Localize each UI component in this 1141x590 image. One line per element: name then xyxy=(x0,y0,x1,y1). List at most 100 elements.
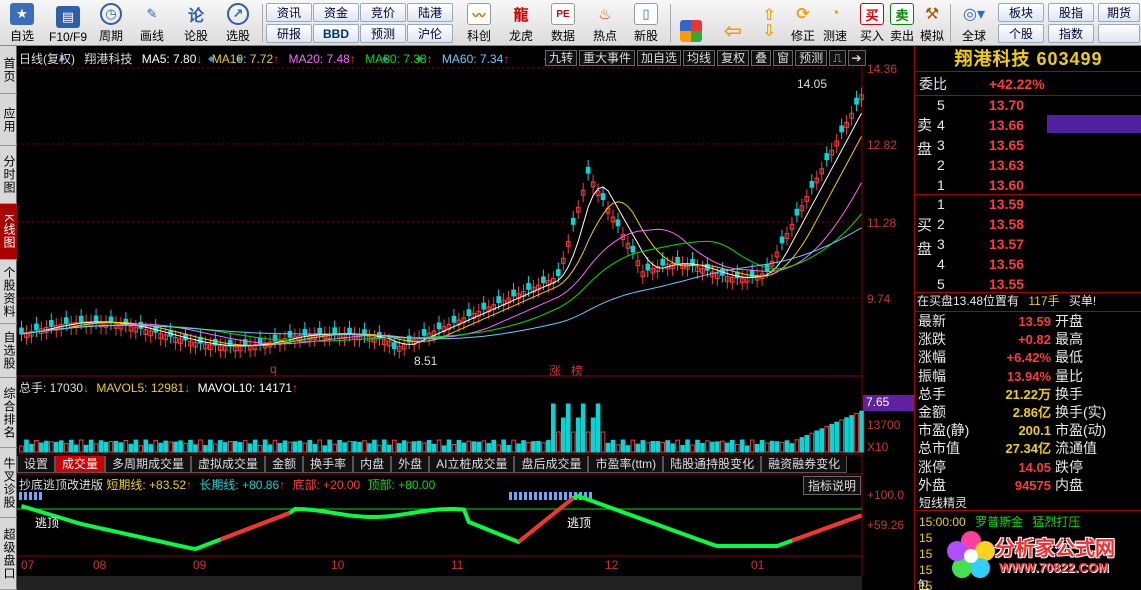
zijin-button[interactable]: 资金 xyxy=(313,3,359,22)
ma-button[interactable]: 均线 xyxy=(683,50,716,66)
toolbar-button-back[interactable]: ⇦ xyxy=(718,2,748,44)
jiuzhuan-button[interactable]: 九转 xyxy=(545,50,578,66)
indicator-tab[interactable]: AI立桩成交量 xyxy=(429,456,515,473)
toolbar-button-kechuang[interactable]: 〰 科创 xyxy=(460,2,498,44)
period-label[interactable]: 日线(复权) xyxy=(19,52,75,66)
orderbook-price[interactable]: 13.63 xyxy=(989,156,1024,175)
yanbao-button[interactable]: 研报 xyxy=(266,24,312,43)
indicator-tab[interactable]: 外盘 xyxy=(391,456,430,473)
month-label: 01 xyxy=(751,558,765,572)
indicator-tab[interactable]: 市盈率(ttm) xyxy=(588,456,664,473)
tab-orderbook[interactable]: 超级盘口 xyxy=(0,518,17,590)
adjust-button[interactable]: 复权 xyxy=(717,50,750,66)
toolbar-button-zhouqi[interactable]: ◷ 周期 xyxy=(94,2,128,44)
toolbar-button-shuju[interactable]: PE 数据 xyxy=(544,2,582,44)
forecast-button[interactable]: 预测 xyxy=(795,50,828,66)
bankuai-button[interactable]: 板块 xyxy=(998,3,1044,22)
toolbar-button-redian[interactable]: ♨ 热点 xyxy=(586,2,624,44)
volume-bar xyxy=(844,417,849,453)
indicator-help-button[interactable]: 指标说明 xyxy=(803,476,862,495)
arrow-right-icon[interactable]: ➔ xyxy=(847,50,866,66)
hulun-button[interactable]: 沪伦 xyxy=(407,24,453,43)
indicator-tab[interactable]: 设置 xyxy=(17,456,56,473)
marker-zhang[interactable]: 涨 xyxy=(549,362,561,379)
toolbar-button-xiuzheng[interactable]: ⟳ 修正 xyxy=(788,2,818,44)
toolbar-button-lungu[interactable]: 论 论股 xyxy=(178,2,214,44)
zhishu-button[interactable]: 指数 xyxy=(1048,24,1094,43)
gegu-button[interactable]: 个股 xyxy=(998,24,1044,43)
long-line-label: 长期线: +80.86 xyxy=(199,478,280,492)
jingjia-button[interactable]: 竞价 xyxy=(360,3,406,22)
toolbar-button-longhu[interactable]: 龍 龙虎 xyxy=(502,2,540,44)
volume-bar xyxy=(44,440,49,453)
horizontal-scrollbar[interactable] xyxy=(17,576,862,590)
stat-value: 200.1 xyxy=(1018,423,1051,439)
tab-watchlist[interactable]: 自选股 xyxy=(0,324,17,378)
tab-profile[interactable]: 个股资料 xyxy=(0,260,17,324)
stat-value: 27.34亿 xyxy=(1005,441,1051,457)
orderbook-price[interactable]: 13.66 xyxy=(989,116,1024,135)
volume-bar xyxy=(277,442,283,453)
kline-toolbar: 九转 重大事件 加自选 均线 复权 叠 窗 预测 ⎍ ➔ xyxy=(545,50,868,66)
lugang-button[interactable]: 陆港 xyxy=(407,3,453,22)
pencil-icon: ✎ xyxy=(146,6,158,21)
orderbook-price[interactable]: 13.58 xyxy=(989,215,1024,234)
indicator-tab[interactable]: 陆股通持股变化 xyxy=(663,456,762,473)
major-events-button[interactable]: 重大事件 xyxy=(579,50,636,66)
yuce-button[interactable]: 预测 xyxy=(360,24,406,43)
indicator-name[interactable]: 抄底逃顶改进版 xyxy=(19,478,103,492)
volume-bar xyxy=(685,439,690,453)
orderbook-price[interactable]: 13.56 xyxy=(989,255,1024,274)
toolbar-button-quanqiu[interactable]: ◎▾ 全球 xyxy=(954,2,994,44)
lock-icon[interactable]: ⎍ xyxy=(829,50,846,66)
window-button[interactable]: 窗 xyxy=(773,50,794,66)
stat-label: 最低 xyxy=(1055,349,1083,366)
tab-kline[interactable]: K线图 xyxy=(0,204,17,260)
orderbook-price[interactable]: 13.60 xyxy=(989,176,1024,195)
toolbar-button-mairu[interactable]: 买 买入 xyxy=(858,2,886,44)
toolbar-button-xuangu[interactable]: ↗ 选股 xyxy=(220,2,256,44)
month-label: 12 xyxy=(605,558,619,572)
add-watch-button[interactable]: 加自选 xyxy=(637,50,682,66)
indicator-tab[interactable]: 虚拟成交量 xyxy=(191,456,266,473)
orderbook-price[interactable]: 13.55 xyxy=(989,275,1024,294)
tab-intraday[interactable]: 分时图 xyxy=(0,146,17,204)
qihuo-sub-button[interactable] xyxy=(1098,24,1140,43)
toolbar-button-updown[interactable]: ⇧ ⇩ xyxy=(756,2,782,44)
indicator-tab[interactable]: 成交量 xyxy=(55,456,106,473)
toolbar-button-moni[interactable]: ⚒ 模拟 xyxy=(918,2,946,44)
indicator-tab[interactable]: 融资融券变化 xyxy=(761,456,848,473)
volume-bar xyxy=(580,403,586,453)
toolbar-button-f10[interactable]: ▤ F10/F9 xyxy=(44,2,92,44)
tab-apps[interactable]: 应用 xyxy=(0,94,17,146)
marker-bang[interactable]: 榜 xyxy=(571,362,583,379)
toolbar-button-grid[interactable] xyxy=(676,2,706,44)
indicator-tab[interactable]: 换手率 xyxy=(303,456,354,473)
signal-block xyxy=(549,492,552,500)
qihuo-button[interactable]: 期货 xyxy=(1098,3,1140,22)
orderbook-price[interactable]: 13.65 xyxy=(989,136,1024,155)
toolbar-button-xingu[interactable]: ▯ 新股 xyxy=(628,2,664,44)
indicator-tab[interactable]: 盘后成交量 xyxy=(514,456,589,473)
overlay-button[interactable]: 叠 xyxy=(751,50,772,66)
indicator-tab[interactable]: 多周期成交量 xyxy=(105,456,192,473)
kline-chart[interactable] xyxy=(17,46,914,590)
tab-home[interactable]: 首页 xyxy=(0,46,17,94)
toolbar-button-huaxian[interactable]: ✎ 画线 xyxy=(134,2,170,44)
orderbook-price[interactable]: 13.57 xyxy=(989,235,1024,254)
indicator-tab[interactable]: 内盘 xyxy=(353,456,392,473)
tab-ranking[interactable]: 综合排名 xyxy=(0,378,17,448)
candle-body xyxy=(541,276,546,284)
signal-block xyxy=(534,492,537,500)
orderbook-price[interactable]: 13.59 xyxy=(989,195,1024,214)
guzhi-button[interactable]: 股指 xyxy=(1048,3,1094,22)
toolbar-button-zixuan[interactable]: ★ 自选 xyxy=(2,2,42,44)
toolbar-button-maichu[interactable]: 卖 卖出 xyxy=(888,2,916,44)
zixun-button[interactable]: 资讯 xyxy=(266,3,312,22)
orderbook-price[interactable]: 13.70 xyxy=(989,96,1024,115)
indicator-tab[interactable]: 金额 xyxy=(265,456,304,473)
bbd-button[interactable]: BBD xyxy=(313,24,359,43)
tab-diagnose[interactable]: 牛叉诊股 xyxy=(0,448,17,518)
toolbar-button-cesu[interactable]: ◔ 测速 xyxy=(820,2,850,44)
signal-block xyxy=(539,492,542,500)
